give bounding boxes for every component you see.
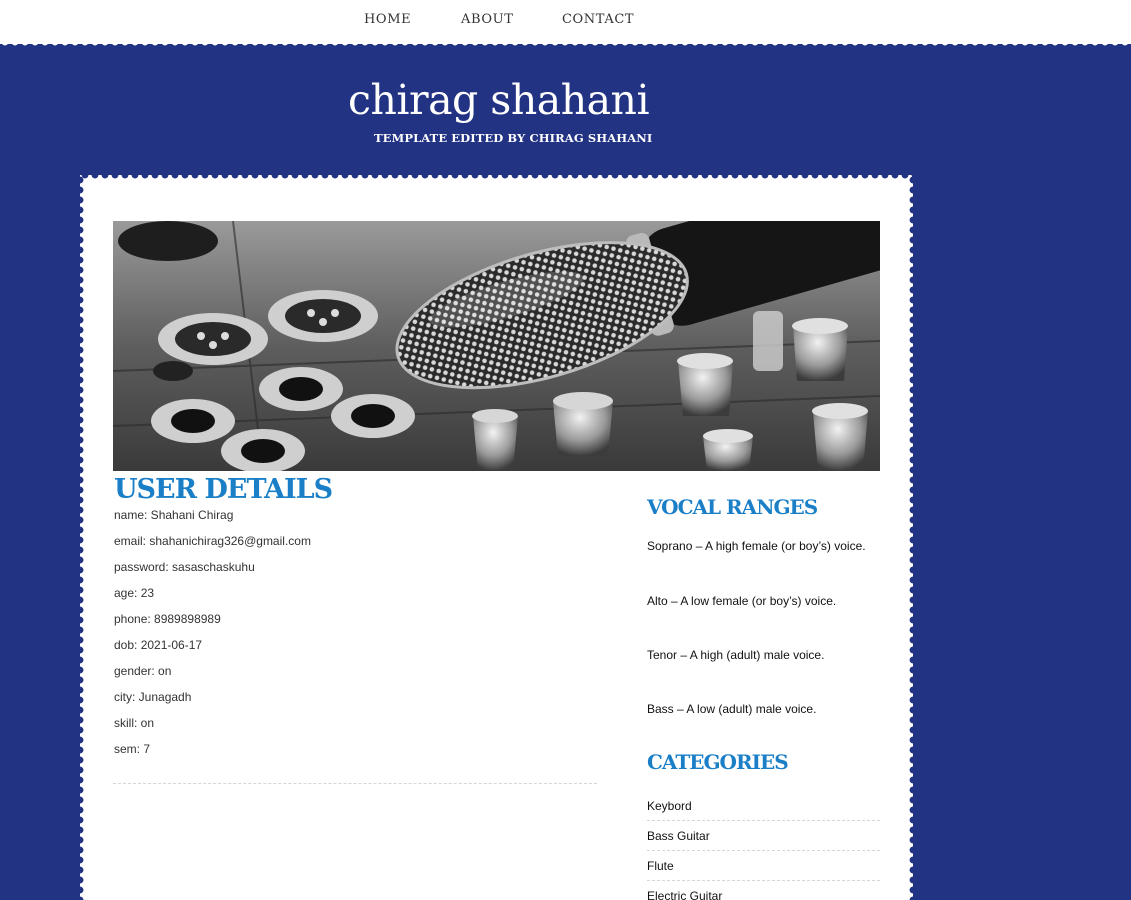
detail-phone: phone: 8989898989 [114,612,221,626]
detail-email: email: shahanichirag326@gmail.com [114,534,311,548]
detail-dob: dob: 2021-06-17 [114,638,203,652]
detail-city: city: Junagadh [114,690,192,704]
detail-gender: gender: on [114,664,172,678]
category-item-flute[interactable]: Flute [647,851,880,881]
detail-name: name: Shahani Chirag [114,508,234,522]
card-stamp-edge-left [80,175,86,900]
nav-scalloped-edge [0,42,1131,50]
nav-about-link[interactable]: ABOUT [461,12,513,27]
site-title[interactable]: chirag shahani [348,76,650,124]
detail-age: age: 23 [114,586,155,600]
vocal-range-alto: Alto – A low female (or boy’s) voice. [647,594,837,608]
detail-password: password: sasaschaskuhu [114,560,255,574]
card-stamp-edge-top [80,175,913,181]
top-navigation: HOME ABOUT CONTACT [0,0,1131,44]
vocal-range-tenor: Tenor – A high (adult) male voice. [647,648,825,662]
vocal-range-soprano: Soprano – A high female (or boy’s) voice… [647,539,866,553]
main-divider [113,783,597,784]
categories-heading: CATEGORIES [647,750,789,774]
nav-contact-link[interactable]: CONTACT [562,12,634,27]
category-item-electric-guitar[interactable]: Electric Guitar [647,881,880,900]
content-card: USER DETAILS name: Shahani Chirag email:… [80,175,913,900]
nav-home-link[interactable]: HOME [364,12,411,27]
detail-sem: sem: 7 [114,742,151,756]
card-stamp-edge-right [907,175,913,900]
category-item-keybord[interactable]: Keybord [647,791,880,821]
user-details-heading: USER DETAILS [114,474,333,505]
category-item-bass-guitar[interactable]: Bass Guitar [647,821,880,851]
banner-image [113,221,880,471]
detail-skill: skill: on [114,716,155,730]
site-subtitle: TEMPLATE EDITED BY CHIRAG SHAHANI [374,131,653,145]
vocal-ranges-heading: VOCAL RANGES [647,495,818,519]
vocal-range-bass: Bass – A low (adult) male voice. [647,702,817,716]
